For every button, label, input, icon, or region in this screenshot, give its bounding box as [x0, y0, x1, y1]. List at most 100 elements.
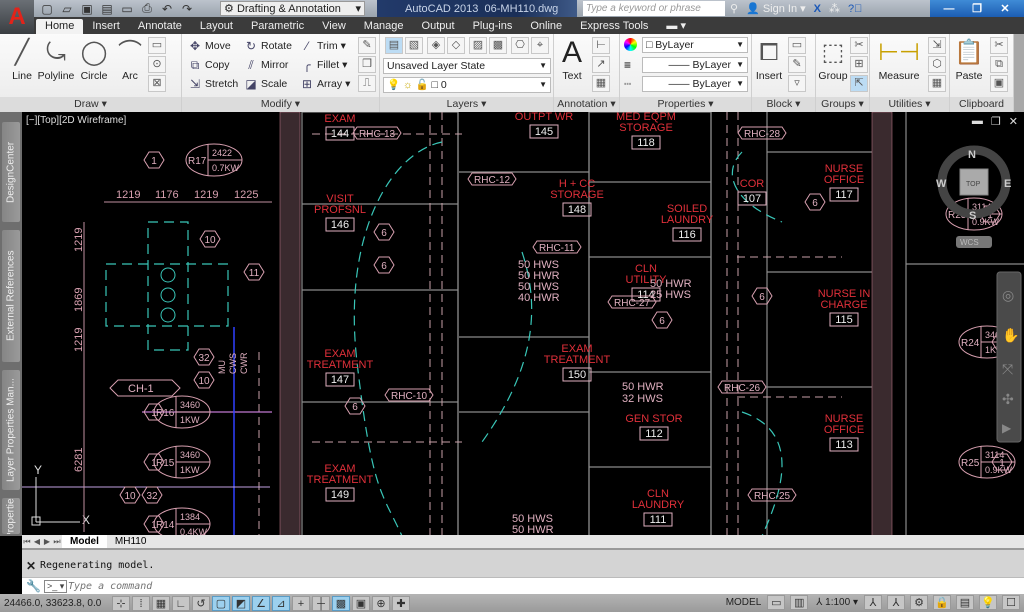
copy-clip-icon[interactable]: ⧉	[990, 56, 1008, 73]
edit-block-icon[interactable]: ✎	[788, 56, 806, 73]
calculator-icon[interactable]: ▦	[928, 75, 946, 92]
create-block-icon[interactable]: ▭	[788, 37, 806, 54]
vp-close-button[interactable]: ✕	[1009, 115, 1018, 128]
osnap-toggle[interactable]: ▢	[212, 595, 230, 611]
lineweight-dropdown[interactable]: —— ByLayer ▼	[642, 57, 748, 73]
new-icon[interactable]: ▢	[40, 2, 54, 16]
layer-off-icon[interactable]: ◈	[427, 37, 445, 54]
3dosnap-toggle[interactable]: ◩	[232, 595, 250, 611]
ribbon-toggle-button[interactable]: ▬ ▾	[657, 19, 695, 34]
layout-tab-model[interactable]: Model	[62, 535, 107, 548]
select-all-icon[interactable]: ⬡	[928, 56, 946, 73]
transparency-toggle[interactable]: ▩	[332, 595, 350, 611]
offset-icon[interactable]: ⎍	[358, 75, 376, 92]
ortho-toggle[interactable]: ∟	[172, 595, 190, 611]
tab-output[interactable]: Output	[413, 19, 464, 34]
leader-icon[interactable]: ↗	[592, 56, 610, 73]
stretch-button[interactable]: ⇲ Stretch	[188, 75, 238, 93]
tab-home[interactable]: Home	[36, 19, 84, 34]
workspace-dropdown[interactable]: ⚙ Drafting & Annotation ▾	[220, 1, 365, 16]
viewport-controls-label[interactable]: [−][Top][2D Wireframe]	[26, 115, 126, 126]
last-layout-icon[interactable]: ⏭	[52, 537, 62, 547]
tab-manage[interactable]: Manage	[355, 19, 413, 34]
snap-toggle[interactable]: ⁞	[132, 595, 150, 611]
tab-parametric[interactable]: Parametric	[242, 19, 313, 34]
insert-button[interactable]: ⧠ Insert	[752, 36, 786, 94]
palette-tab-designcenter[interactable]: DesignCenter	[2, 122, 20, 222]
table-icon[interactable]: ▦	[592, 75, 610, 92]
prev-layout-icon[interactable]: ◀	[32, 537, 42, 546]
plot-icon[interactable]: ▭	[120, 2, 134, 16]
arc-button[interactable]: ⌒ Arc	[110, 36, 150, 94]
wrench-icon[interactable]: 🔧	[26, 579, 41, 593]
ducs-toggle[interactable]: ⊿	[272, 595, 290, 611]
first-layout-icon[interactable]: ⏮	[22, 537, 32, 547]
block-panel-title[interactable]: Block ▾	[752, 97, 815, 112]
draw-panel-title[interactable]: Draw ▾	[0, 97, 181, 112]
rotate-button[interactable]: ↻ Rotate	[244, 37, 292, 55]
am-toggle[interactable]: ✚	[392, 595, 410, 611]
measure-button[interactable]: ⊢⊣ Measure	[874, 36, 924, 94]
minimize-button[interactable]: —	[936, 3, 962, 15]
annotation-scale-dropdown[interactable]: ⅄ 1:100 ▾	[813, 597, 861, 608]
annotation-panel-title[interactable]: Annotation ▾	[554, 97, 619, 112]
redo-icon[interactable]: ↷	[180, 2, 194, 16]
recent-commands-icon[interactable]: >_ ▾	[44, 580, 68, 593]
isolate-objects-icon[interactable]: 💡	[979, 595, 997, 610]
linetype-dropdown[interactable]: —— ByLayer ▼	[642, 76, 748, 92]
layer-state-icon[interactable]: ▧	[405, 37, 423, 54]
polyline-button[interactable]: ⤿ Polyline	[36, 36, 76, 94]
sc-toggle[interactable]: ⊕	[372, 595, 390, 611]
hatch-icon[interactable]: ⊙	[148, 56, 166, 73]
exchange-icon[interactable]: X	[814, 3, 821, 15]
open-icon[interactable]: ▱	[60, 2, 74, 16]
color-dropdown[interactable]: □ ByLayer ▼	[642, 37, 748, 53]
model-space-button[interactable]: MODEL	[723, 597, 765, 608]
workspace-switch-icon[interactable]: ⚙	[910, 595, 928, 610]
close-button[interactable]: ✕	[992, 2, 1018, 15]
help-search-input[interactable]: Type a keyword or phrase	[583, 1, 725, 16]
tab-online[interactable]: Online	[521, 19, 571, 34]
tab-plugins[interactable]: Plug-ins	[464, 19, 522, 34]
dimension-icon[interactable]: ⊢	[592, 37, 610, 54]
clean-screen-icon[interactable]: ☐	[1002, 595, 1020, 610]
restore-button[interactable]: ❐	[964, 2, 990, 15]
steering-wheel-icon[interactable]: ◎	[1002, 287, 1014, 303]
utilities-panel-title[interactable]: Utilities ▾	[870, 97, 949, 112]
properties-panel-title[interactable]: Properties ▾	[620, 97, 751, 112]
tab-annotate[interactable]: Annotate	[129, 19, 191, 34]
layers-panel-title[interactable]: Layers ▾	[380, 97, 553, 112]
copy-button[interactable]: ⧉ Copy	[188, 56, 230, 74]
grid-toggle[interactable]: ▦	[152, 595, 170, 611]
toolbar-lock-icon[interactable]: 🔒	[933, 595, 951, 610]
layer-match-icon[interactable]: ▨	[469, 37, 487, 54]
region-icon[interactable]: ⊠	[148, 75, 166, 92]
binoculars-icon[interactable]: ⚲	[730, 2, 738, 15]
help-icon[interactable]: ?⃝	[848, 3, 862, 15]
print-icon[interactable]: ⎙	[140, 1, 154, 16]
circle-button[interactable]: ◯ Circle	[74, 36, 114, 94]
layer-dropdown[interactable]: 💡 ☼ 🔓 □ 0 ▼	[383, 77, 551, 93]
mirror-button[interactable]: ⫽ Mirror	[244, 56, 288, 74]
saveas-icon[interactable]: ▤	[100, 2, 114, 16]
group-button[interactable]: ⬚ Group	[816, 36, 850, 94]
palette-tab-properties[interactable]: Properties	[2, 498, 20, 534]
annotation-visibility-icon[interactable]: ⅄	[864, 595, 882, 610]
otrack-toggle[interactable]: ∠	[252, 595, 270, 611]
erase-icon[interactable]: ✎	[358, 37, 376, 54]
text-button[interactable]: A Text	[556, 36, 588, 94]
autoscale-icon[interactable]: ⅄	[887, 595, 905, 610]
palette-tab-layer-properties[interactable]: Layer Properties Man...	[2, 370, 20, 490]
groups-panel-title[interactable]: Groups ▾	[816, 97, 869, 112]
vp-restore-button[interactable]: ❐	[991, 115, 1001, 128]
dyn-toggle[interactable]: +	[292, 595, 310, 611]
orbit-icon[interactable]: ✣	[1002, 391, 1014, 407]
match-properties-icon[interactable]: ▣	[990, 75, 1008, 92]
cut-icon[interactable]: ✂	[990, 37, 1008, 54]
ungroup-icon[interactable]: ✂	[850, 37, 868, 54]
group-edit-icon[interactable]: ⊞	[850, 56, 868, 73]
fillet-button[interactable]: ╭ Fillet ▾	[300, 56, 347, 74]
zoom-extents-icon[interactable]: ⤧	[1002, 361, 1013, 377]
layer-state-dropdown[interactable]: Unsaved Layer State ▼	[383, 58, 551, 74]
layer-freeze-icon[interactable]: ⎔	[511, 37, 529, 54]
